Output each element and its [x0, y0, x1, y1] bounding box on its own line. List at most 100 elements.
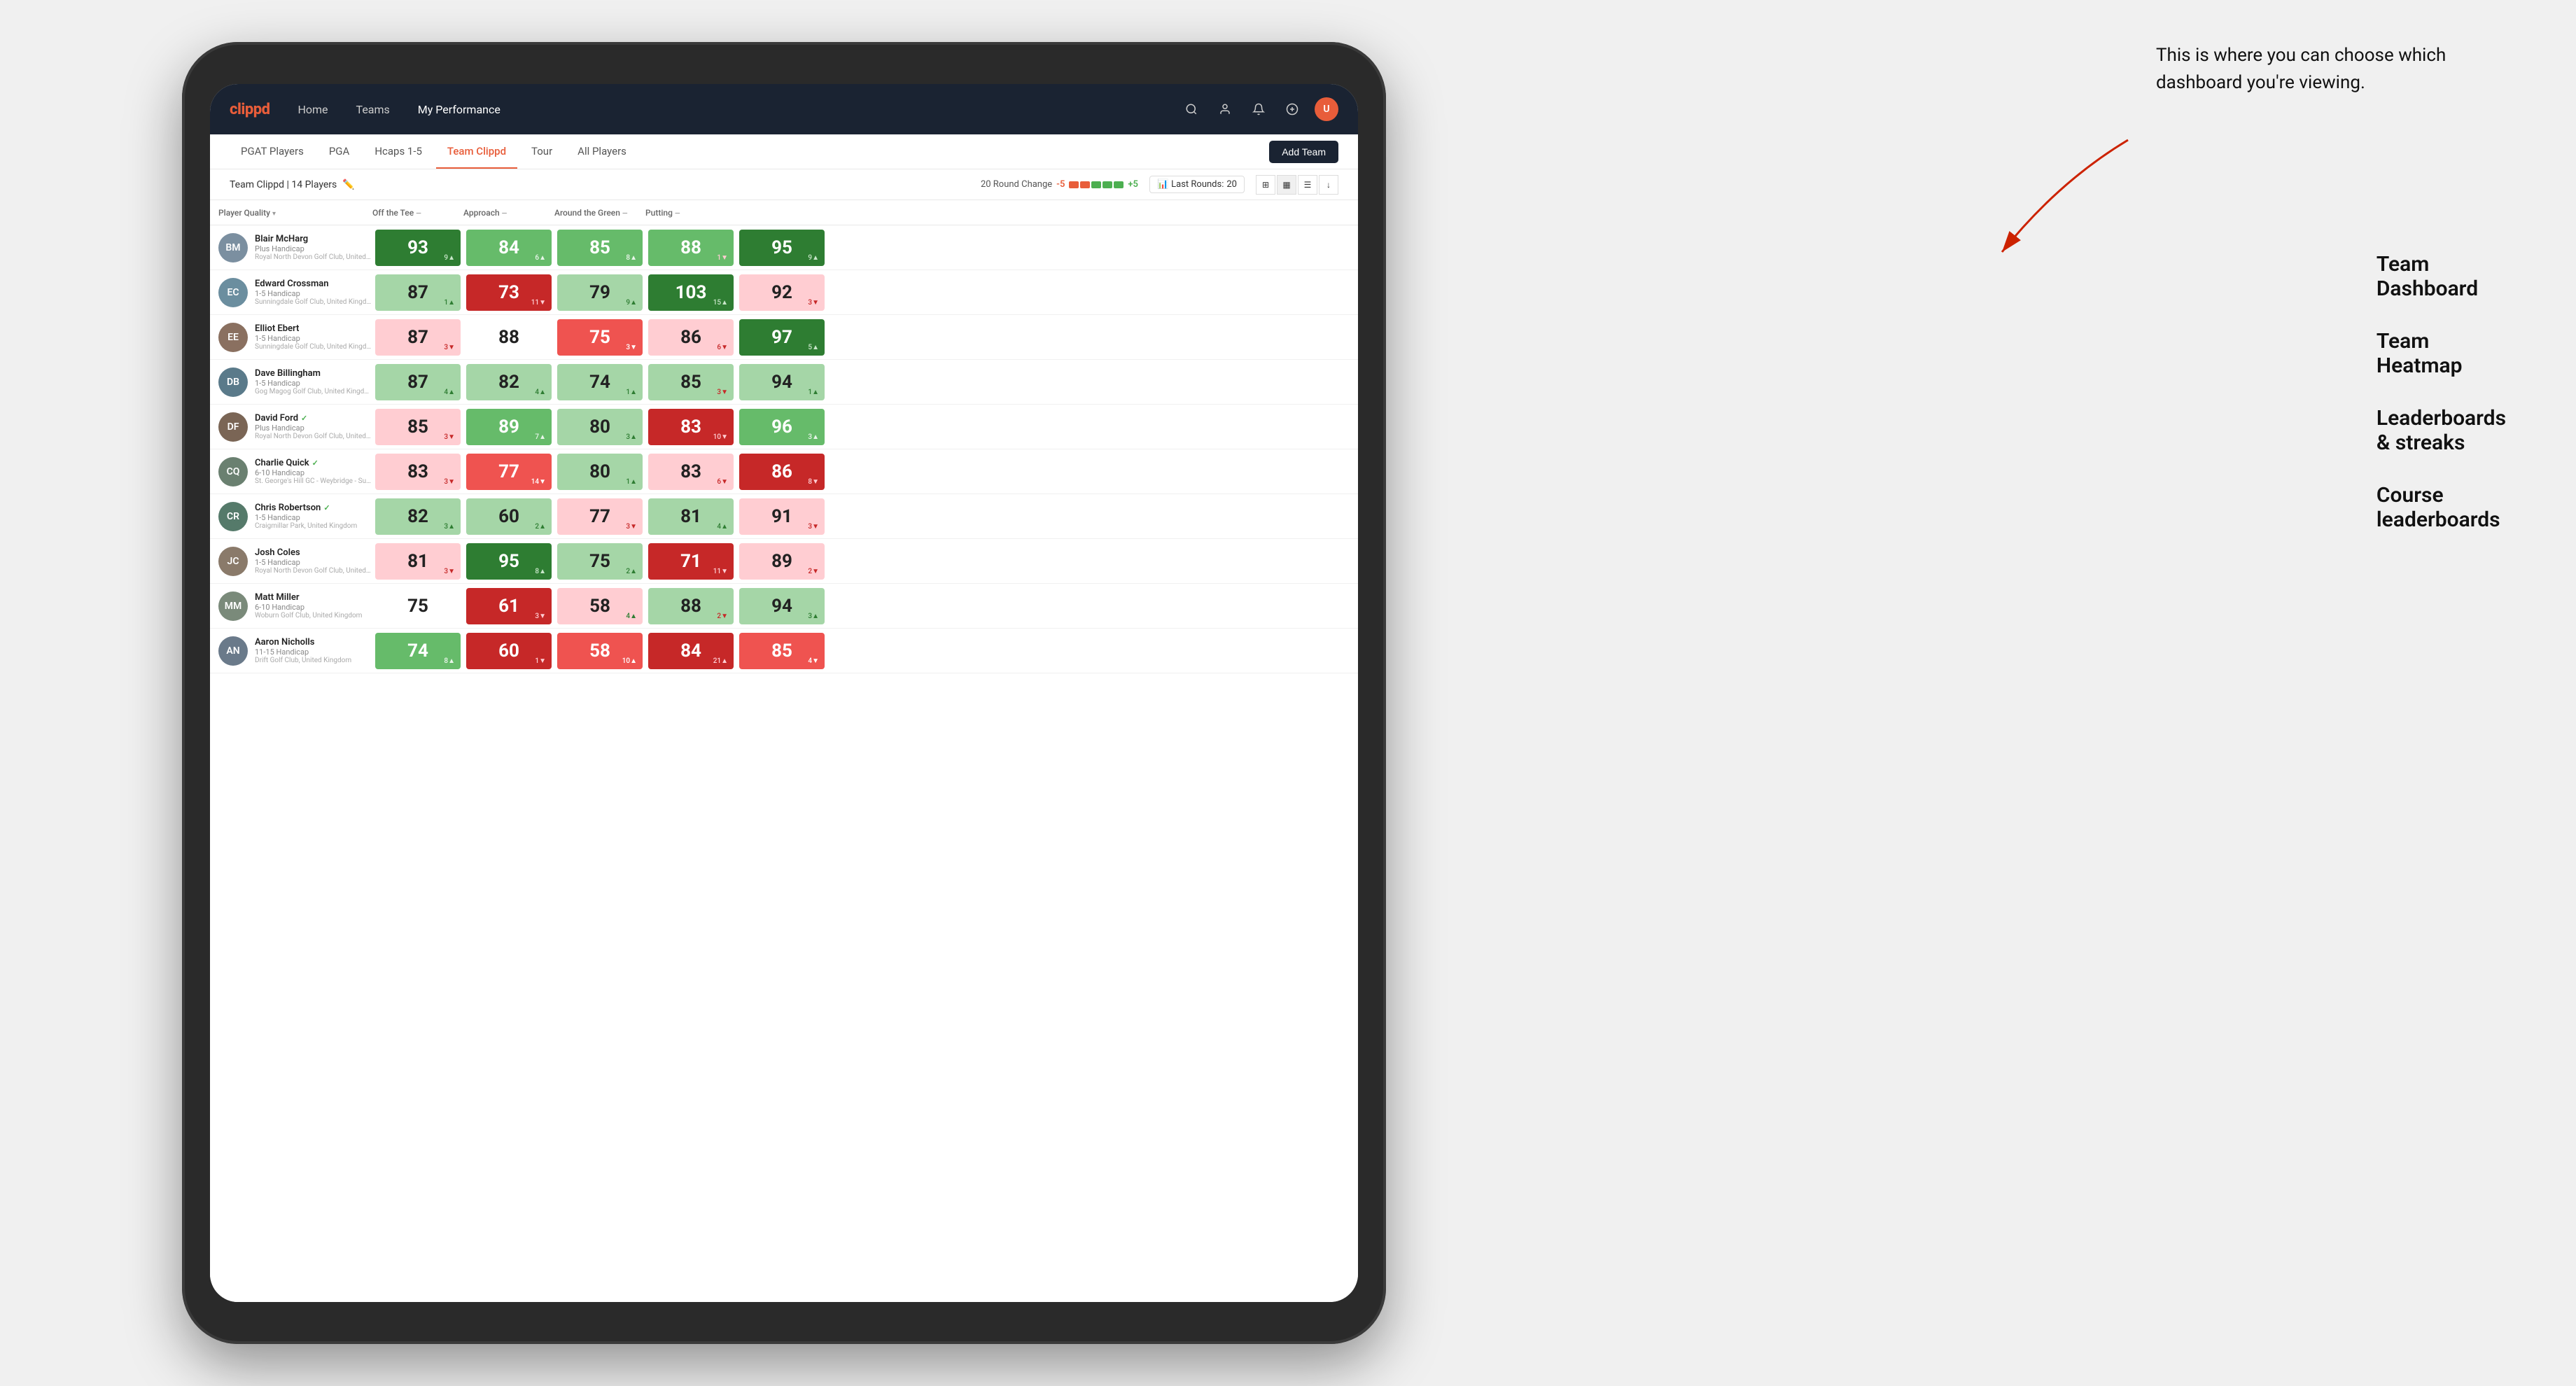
score-value: 60 [498, 640, 519, 662]
option-leaderboards: Leaderboards & streaks [2376, 406, 2506, 455]
score-cell-around-green: 8310▼ [648, 409, 734, 445]
score-cell-approach: 801▲ [557, 454, 643, 490]
score-value: 85 [589, 237, 610, 258]
bar-segment-red [1069, 181, 1079, 188]
score-cell-putting: 892▼ [739, 543, 825, 580]
search-icon[interactable] [1180, 98, 1203, 120]
player-handicap: 6-10 Handicap [255, 603, 372, 612]
tab-hcaps[interactable]: Hcaps 1-5 [363, 134, 433, 169]
score-cell-around-green: 881▼ [648, 230, 734, 266]
grid-view-button[interactable]: ⊞ [1256, 175, 1275, 195]
score-change: 3▲ [444, 523, 455, 531]
nav-teams[interactable]: Teams [351, 100, 396, 119]
score-value: 74 [589, 372, 610, 393]
score-cell-player-quality: 873▼ [375, 319, 461, 356]
circle-plus-icon[interactable] [1281, 98, 1303, 120]
add-team-button[interactable]: Add Team [1269, 141, 1338, 163]
player-info: JCJosh Coles1-5 HandicapRoyal North Devo… [218, 541, 372, 582]
table-row[interactable]: CQCharlie Quick✓6-10 HandicapSt. George'… [210, 449, 1358, 494]
heatmap-view-button[interactable]: ▦ [1277, 175, 1296, 195]
score-change: 4▲ [717, 523, 728, 531]
score-value: 91 [771, 506, 792, 527]
tab-team-clippd[interactable]: Team Clippd [436, 134, 517, 169]
bar-segment-green3 [1114, 181, 1124, 188]
player-name: Blair McHarg [255, 234, 372, 244]
tab-pgat-players[interactable]: PGAT Players [230, 134, 315, 169]
player-club: Gog Magog Golf Club, United Kingdom [255, 388, 372, 396]
avatar: DB [218, 368, 248, 397]
score-value: 80 [589, 416, 610, 438]
player-handicap: 1-5 Handicap [255, 289, 372, 298]
score-value: 71 [680, 551, 701, 572]
avatar: EC [218, 278, 248, 307]
table-row[interactable]: DFDavid Ford✓Plus HandicapRoyal North De… [210, 405, 1358, 449]
option-team-heatmap: Team Heatmap [2376, 329, 2506, 378]
score-value: 97 [771, 327, 792, 348]
player-handicap: 11-15 Handicap [255, 648, 372, 657]
table-row[interactable]: JCJosh Coles1-5 HandicapRoyal North Devo… [210, 539, 1358, 584]
player-name: Elliot Ebert [255, 323, 372, 334]
score-change: 9▲ [808, 254, 819, 262]
player-info: MMMatt Miller6-10 HandicapWoburn Golf Cl… [218, 586, 372, 626]
score-value: 61 [498, 596, 519, 617]
tab-pga[interactable]: PGA [318, 134, 360, 169]
score-cell-player-quality: 853▼ [375, 409, 461, 445]
score-cell-putting: 963▲ [739, 409, 825, 445]
column-headers: Player Quality ▾ Off the Tee — Approach … [210, 200, 1358, 225]
download-button[interactable]: ↓ [1319, 175, 1338, 195]
score-change: 8▼ [808, 478, 819, 486]
player-handicap: 6-10 Handicap [255, 468, 372, 477]
player-name: Josh Coles [255, 547, 372, 558]
tab-all-players[interactable]: All Players [566, 134, 638, 169]
player-details: Chris Robertson✓1-5 HandicapCraigmillar … [255, 503, 372, 530]
player-club: Royal North Devon Golf Club, United King… [255, 253, 372, 261]
score-value: 86 [771, 461, 792, 482]
table-row[interactable]: BMBlair McHargPlus HandicapRoyal North D… [210, 225, 1358, 270]
annotation-box: This is where you can choose which dashb… [2156, 42, 2520, 108]
score-cell-off-tee: 824▲ [466, 364, 552, 400]
score-change: 2▲ [626, 568, 637, 575]
player-club: Sunningdale Golf Club, United Kingdom [255, 343, 372, 351]
avatar: DF [218, 412, 248, 442]
table-row[interactable]: MMMatt Miller6-10 HandicapWoburn Golf Cl… [210, 584, 1358, 629]
top-nav: clippd Home Teams My Performance [210, 84, 1358, 134]
score-change: 2▲ [535, 523, 546, 531]
player-handicap: 1-5 Handicap [255, 334, 372, 343]
options-list: Team Dashboard Team Heatmap Leaderboards… [2376, 252, 2506, 560]
annotation-note: This is where you can choose which dashb… [2156, 42, 2520, 97]
nav-my-performance[interactable]: My Performance [412, 100, 506, 119]
col-around-green: Around the Green — [554, 208, 645, 218]
list-view-button[interactable]: ☰ [1298, 175, 1317, 195]
score-change: 3▼ [626, 344, 637, 351]
score-change: 6▼ [717, 478, 728, 486]
table-row[interactable]: CRChris Robertson✓1-5 HandicapCraigmilla… [210, 494, 1358, 539]
ipad-screen: clippd Home Teams My Performance [210, 84, 1358, 1302]
score-value: 94 [771, 372, 792, 393]
table-row[interactable]: DBDave Billingham1-5 HandicapGog Magog G… [210, 360, 1358, 405]
player-name: Aaron Nicholls [255, 637, 372, 648]
score-value: 86 [680, 327, 701, 348]
score-cell-putting: 941▲ [739, 364, 825, 400]
player-handicap: 1-5 Handicap [255, 513, 372, 522]
nav-home[interactable]: Home [292, 100, 333, 119]
score-cell-around-green: 882▼ [648, 588, 734, 624]
bar-segment-green2 [1102, 181, 1112, 188]
score-cell-around-green: 866▼ [648, 319, 734, 356]
table-row[interactable]: ECEdward Crossman1-5 HandicapSunningdale… [210, 270, 1358, 315]
tab-tour[interactable]: Tour [520, 134, 564, 169]
last-rounds-button[interactable]: 📊 Last Rounds: 20 [1149, 176, 1245, 193]
table-row[interactable]: EEElliot Ebert1-5 HandicapSunningdale Go… [210, 315, 1358, 360]
edit-icon[interactable]: ✏️ [342, 179, 354, 190]
player-name: Matt Miller [255, 592, 372, 603]
score-change: 9▲ [444, 254, 455, 262]
team-info-right: 20 Round Change -5 +5 📊 Last Rounds: 20 [981, 175, 1338, 195]
bell-icon[interactable] [1247, 98, 1270, 120]
score-cell-off-tee: 7311▼ [466, 274, 552, 311]
score-change: 1▼ [717, 254, 728, 262]
table-row[interactable]: ANAaron Nicholls11-15 HandicapDrift Golf… [210, 629, 1358, 673]
player-handicap: 1-5 Handicap [255, 558, 372, 567]
user-avatar[interactable]: U [1315, 97, 1338, 121]
score-cell-putting: 943▲ [739, 588, 825, 624]
sub-nav: PGAT Players PGA Hcaps 1-5 Team Clippd T… [210, 134, 1358, 169]
person-icon[interactable] [1214, 98, 1236, 120]
